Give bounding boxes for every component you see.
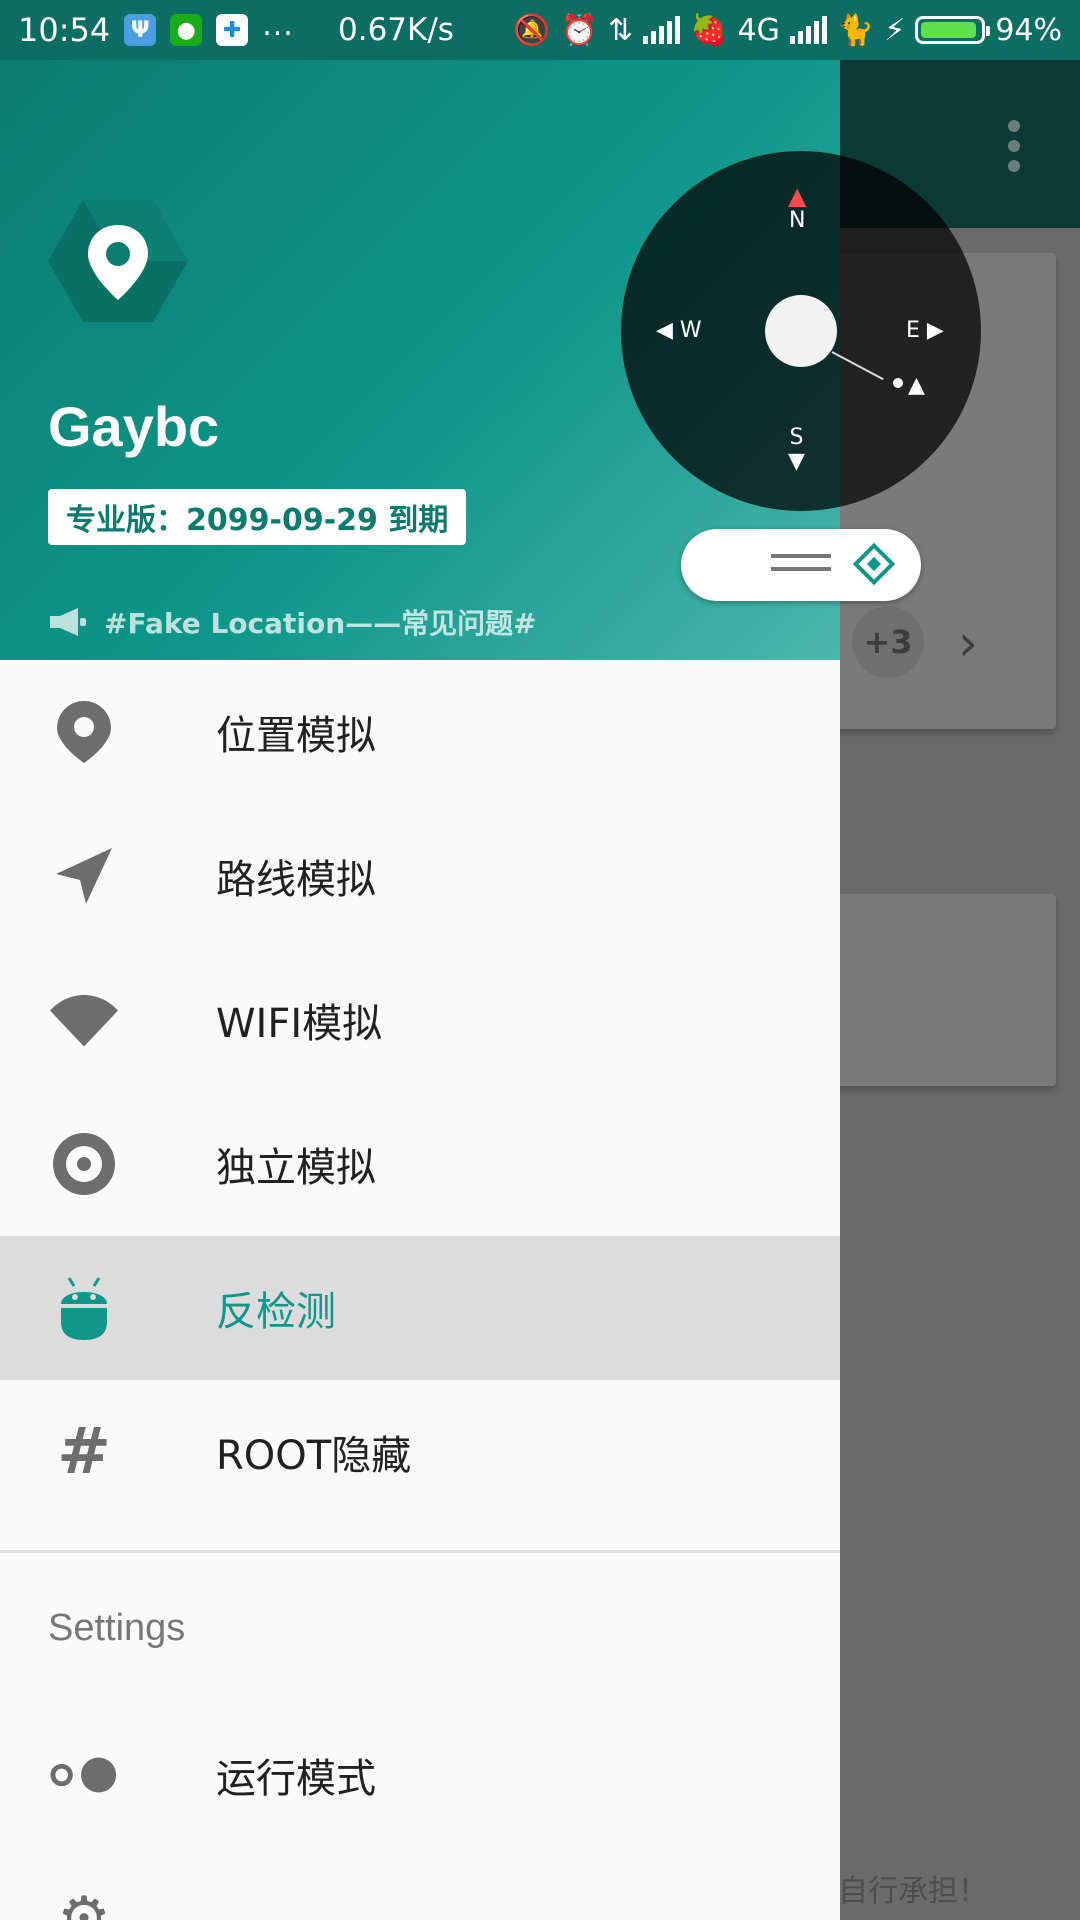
status-time: 10:54: [18, 11, 111, 49]
menu-item-settings-partial[interactable]: ⚙: [0, 1847, 840, 1920]
direction-diamond-icon[interactable]: [852, 542, 896, 586]
menu-item-wifi-sim[interactable]: WIFI模拟: [0, 948, 840, 1092]
menu-label: 独立模拟: [216, 1145, 376, 1191]
hash-icon: #: [57, 1415, 111, 1489]
charging-icon: ⚡: [884, 12, 906, 48]
data-transfer-icon: ⇅: [608, 12, 634, 48]
joystick-west[interactable]: ◀ W: [656, 318, 702, 343]
drawer-menu: 位置模拟 路线模拟 WIFI模拟 独立模拟 反检测 # ROOT隐藏 Setti…: [0, 660, 840, 1920]
cat-icon: 🐈: [836, 12, 875, 48]
menu-label: ROOT隐藏: [216, 1433, 412, 1479]
menu-item-anti-detection[interactable]: 反检测: [0, 1236, 840, 1380]
menu-label: 反检测: [216, 1289, 336, 1335]
qq-icon: ✚: [216, 14, 249, 46]
app-logo-icon: [48, 200, 188, 322]
network-type: 4G: [737, 12, 780, 48]
android-icon: [50, 1274, 118, 1342]
north-arrow-icon: ▲: [788, 182, 807, 210]
alarm-icon: ⏰: [560, 12, 599, 48]
navigation-arrow-icon: [50, 842, 118, 910]
notice-text: #Fake Location——常见问题#: [104, 607, 537, 640]
mute-icon: 🔕: [513, 12, 551, 48]
megaphone-icon: [50, 608, 86, 636]
overflow-notifications: ...: [262, 7, 294, 43]
settings-section-title: Settings: [48, 1606, 186, 1649]
network-speed: 0.67K/s: [338, 12, 454, 48]
joystick-knob[interactable]: [765, 295, 837, 367]
joystick-pad[interactable]: ▲ N ◀ W E ▶ S ▼ ▲: [621, 151, 981, 511]
east-arrow-icon: ▶: [919, 318, 944, 343]
menu-item-route-sim[interactable]: 路线模拟: [0, 804, 840, 948]
toggle-mode-icon: [50, 1741, 118, 1809]
menu-item-root-hide[interactable]: # ROOT隐藏: [0, 1380, 840, 1524]
joystick-control-bar[interactable]: [681, 529, 921, 601]
joystick-north[interactable]: ▲ N: [788, 184, 806, 233]
menu-item-run-mode[interactable]: 运行模式: [0, 1703, 840, 1847]
faq-notice[interactable]: #Fake Location——常见问题#: [48, 602, 537, 642]
location-pin-icon: [50, 698, 118, 766]
menu-label: WIFI模拟: [216, 1001, 383, 1047]
south-arrow-icon: ▼: [788, 449, 805, 475]
gear-icon: ⚙: [57, 1884, 111, 1920]
user-name: Gaybc: [48, 395, 220, 458]
menu-item-location-sim[interactable]: 位置模拟: [0, 660, 840, 804]
usb-icon: Ψ: [124, 14, 157, 46]
menu-label: 运行模式: [216, 1756, 376, 1802]
overflow-menu-icon: [1008, 120, 1020, 172]
strawberry-icon: 🍓: [690, 12, 728, 48]
wifi-icon: [50, 986, 118, 1054]
radio-target-icon: [50, 1130, 118, 1198]
status-bar: 10:54 Ψ ● ✚ ... 0.67K/s 🔕 ⏰ ⇅ 🍓 4G 🐈 ⚡ 9…: [0, 0, 1080, 60]
signal-icon-2: [789, 16, 827, 44]
chevron-right-icon: ›: [958, 614, 978, 672]
background-footer-text: 自行承担！: [838, 1874, 988, 1909]
battery-percent: 94%: [995, 12, 1062, 48]
joystick-stick: [831, 351, 884, 381]
joystick-east[interactable]: E ▶: [906, 318, 944, 343]
menu-label: 路线模拟: [216, 857, 376, 903]
more-count-badge: +3: [852, 606, 924, 678]
menu-lines-icon[interactable]: [771, 554, 831, 580]
west-arrow-icon: ◀: [656, 318, 680, 343]
joystick-south[interactable]: S ▼: [788, 425, 805, 475]
menu-label: 位置模拟: [216, 713, 376, 759]
direction-indicator-icon: ▲: [908, 373, 925, 398]
menu-item-independent-sim[interactable]: 独立模拟: [0, 1092, 840, 1236]
pro-expiry-badge: 专业版：2099-09-29 到期: [48, 489, 467, 545]
battery-icon: [915, 16, 991, 44]
signal-icon: [643, 16, 681, 44]
wechat-icon: ●: [170, 14, 203, 46]
joystick-pin: [893, 378, 903, 388]
